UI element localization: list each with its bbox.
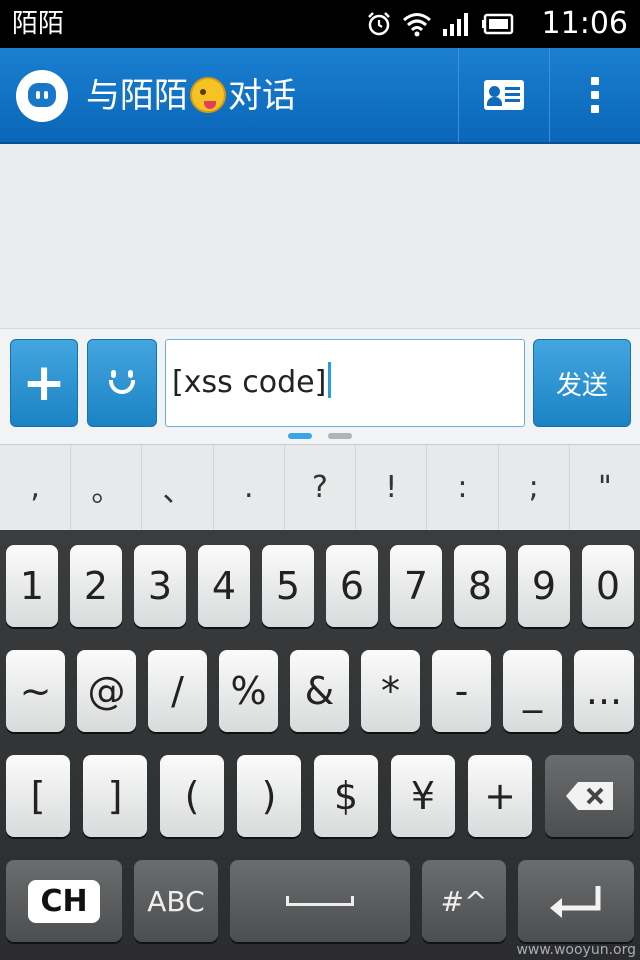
add-attachment-button[interactable]: + — [10, 339, 78, 427]
key[interactable]: ~ — [6, 650, 65, 732]
page-dot — [328, 433, 352, 439]
key[interactable]: _ — [503, 650, 562, 732]
title-prefix: 与陌陌 — [86, 76, 188, 116]
key[interactable]: [ — [6, 755, 70, 837]
key[interactable]: @ — [77, 650, 136, 732]
key[interactable]: 3 — [134, 545, 186, 627]
space-icon — [286, 896, 354, 906]
backspace-icon — [565, 782, 613, 810]
symbol-toggle-key[interactable]: #^ — [422, 860, 506, 942]
overflow-menu-button[interactable] — [550, 48, 640, 142]
enter-key[interactable] — [518, 860, 634, 942]
enter-icon — [550, 886, 601, 918]
alarm-icon — [368, 12, 390, 36]
key[interactable]: ) — [237, 755, 301, 837]
key[interactable]: * — [361, 650, 420, 732]
wifi-icon — [403, 13, 431, 37]
page-title: 与陌陌 对话 — [86, 76, 296, 116]
key[interactable]: & — [290, 650, 349, 732]
profile-card-button[interactable] — [459, 48, 549, 142]
key[interactable]: 7 — [390, 545, 442, 627]
symbol-key[interactable]: . — [214, 445, 285, 530]
key[interactable]: / — [148, 650, 207, 732]
symbol-candidate-strip: , 。 、 . ? ! : ; " — [0, 444, 640, 530]
page-indicator — [0, 433, 640, 439]
chat-message-area[interactable] — [0, 144, 640, 328]
key[interactable]: ... — [574, 650, 634, 732]
key[interactable]: - — [432, 650, 491, 732]
key[interactable]: 5 — [262, 545, 314, 627]
symbol-key[interactable]: " — [570, 445, 640, 530]
overflow-menu-icon — [591, 77, 599, 113]
key[interactable]: $ — [314, 755, 378, 837]
profile-card-icon — [484, 80, 524, 110]
symbol-key[interactable]: ? — [285, 445, 357, 530]
backspace-key[interactable] — [545, 755, 634, 837]
momo-logo-icon[interactable] — [16, 70, 68, 122]
title-suffix: 对话 — [228, 76, 296, 116]
key[interactable]: % — [219, 650, 278, 732]
title-bar: 与陌陌 对话 — [0, 48, 640, 144]
key[interactable]: 2 — [70, 545, 122, 627]
status-time: 11:06 — [541, 6, 628, 41]
status-app-name: 陌陌 — [12, 9, 65, 39]
abc-key[interactable]: ABC — [134, 860, 218, 942]
symbol-key[interactable]: , — [0, 445, 72, 530]
winking-tongue-emoji-icon — [190, 77, 226, 113]
key[interactable]: 8 — [454, 545, 506, 627]
space-key[interactable] — [230, 860, 410, 942]
key[interactable]: 1 — [6, 545, 58, 627]
ch-label: CH — [28, 879, 100, 923]
text-caret — [328, 362, 332, 398]
symbol-key[interactable]: ! — [356, 445, 428, 530]
status-icons — [366, 10, 514, 38]
plus-icon: + — [22, 353, 66, 413]
smiley-icon — [105, 366, 139, 400]
key[interactable]: ¥ — [391, 755, 455, 837]
symbol-key[interactable]: : — [427, 445, 499, 530]
status-bar: 陌陌 11:06 — [0, 0, 640, 48]
symbol-key[interactable]: ; — [499, 445, 570, 530]
key[interactable]: 6 — [326, 545, 378, 627]
language-switch-key[interactable]: CH — [6, 860, 122, 942]
send-button[interactable]: 发送 — [533, 339, 631, 427]
symbol-key[interactable]: 。 — [71, 445, 143, 530]
key[interactable]: ( — [160, 755, 224, 837]
watermark: www.wooyun.org — [516, 942, 636, 958]
symbol-key[interactable]: 、 — [142, 445, 214, 530]
key[interactable]: 9 — [518, 545, 570, 627]
key[interactable]: ] — [83, 755, 147, 837]
key[interactable]: + — [468, 755, 532, 837]
signal-icon — [443, 13, 468, 36]
page-dot-active — [288, 433, 312, 439]
message-input[interactable]: [xss code] — [165, 339, 525, 427]
message-input-value: [xss code] — [172, 362, 332, 403]
soft-keyboard: 1 2 3 4 5 6 7 8 9 0 ~ @ / % & * - _ ... … — [0, 530, 640, 960]
battery-icon — [482, 13, 514, 35]
key[interactable]: 0 — [582, 545, 634, 627]
key[interactable]: 4 — [198, 545, 250, 627]
emoji-button[interactable] — [87, 339, 157, 427]
message-input-bar: + [xss code] 发送 — [0, 328, 640, 444]
